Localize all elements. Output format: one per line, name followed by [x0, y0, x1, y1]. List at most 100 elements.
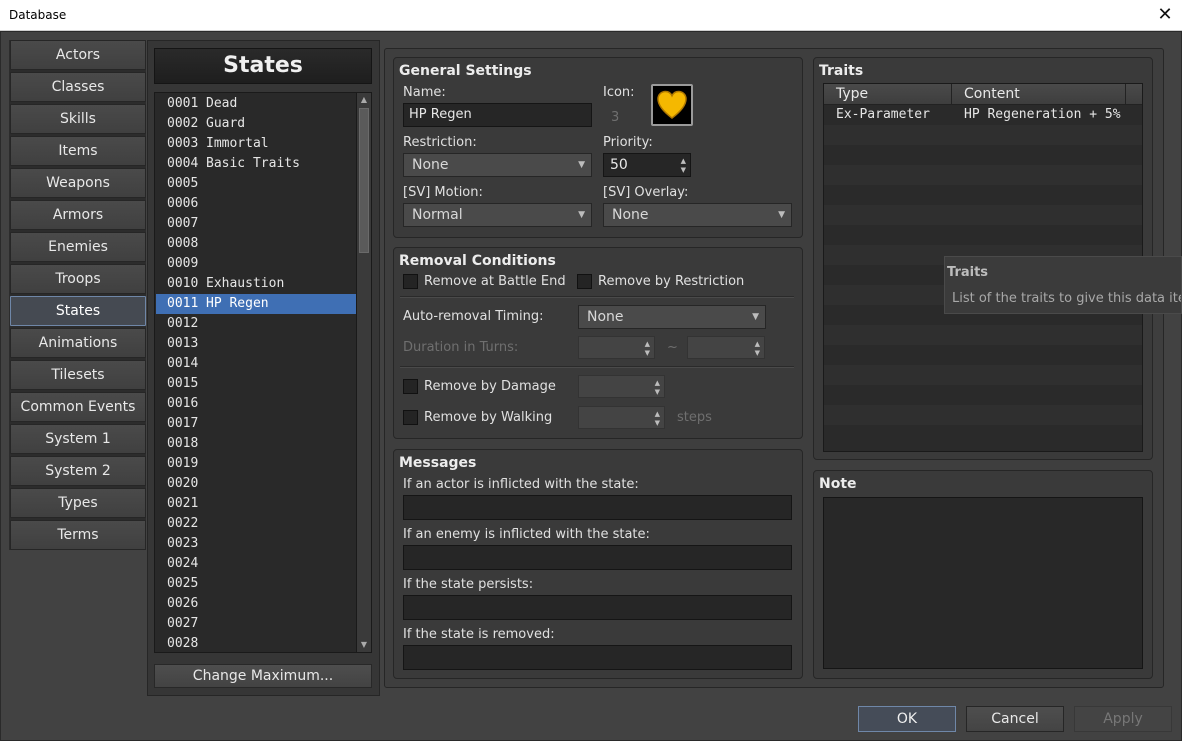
list-item[interactable]: 0020	[156, 474, 357, 494]
walking-spinner[interactable]: ▲ ▼	[578, 406, 665, 429]
category-button-enemies[interactable]: Enemies	[10, 232, 146, 262]
trait-row[interactable]	[824, 365, 1142, 385]
category-button-classes[interactable]: Classes	[10, 72, 146, 102]
list-item[interactable]: 0006	[156, 194, 357, 214]
list-item[interactable]: 0010 Exhaustion	[156, 274, 357, 294]
close-icon[interactable]: ✕	[1150, 2, 1180, 28]
item-id: 0015	[167, 376, 199, 391]
list-item[interactable]: 0001 Dead	[156, 94, 357, 114]
spin-down-icon[interactable]: ▼	[645, 349, 650, 357]
note-textarea[interactable]	[823, 497, 1143, 669]
walking-checkbox[interactable]	[403, 410, 418, 425]
duration-max-spinner[interactable]: ▲ ▼	[687, 336, 765, 359]
restriction-checkbox[interactable]	[577, 274, 592, 289]
trait-row[interactable]	[824, 145, 1142, 165]
battle-end-checkbox[interactable]	[403, 274, 418, 289]
spin-down-icon[interactable]: ▼	[755, 349, 760, 357]
column-header-type[interactable]: Type	[824, 84, 952, 105]
scrollbar-thumb[interactable]	[359, 108, 369, 253]
enemy-message-field[interactable]	[403, 545, 792, 570]
motion-select[interactable]: Normal ▼	[403, 203, 592, 227]
list-item[interactable]: 0028	[156, 634, 357, 652]
trait-row[interactable]	[824, 185, 1142, 205]
category-button-system-1[interactable]: System 1	[10, 424, 146, 454]
trait-row[interactable]	[824, 205, 1142, 225]
list-item[interactable]: 0004 Basic Traits	[156, 154, 357, 174]
trait-row[interactable]	[824, 405, 1142, 425]
trait-row[interactable]	[824, 425, 1142, 445]
scroll-down-icon[interactable]: ▼	[358, 639, 370, 651]
list-item[interactable]: 0011 HP Regen	[156, 294, 357, 314]
trait-row[interactable]	[824, 345, 1142, 365]
restriction-select[interactable]: None ▼	[403, 153, 592, 177]
category-button-system-2[interactable]: System 2	[10, 456, 146, 486]
category-button-actors[interactable]: Actors	[10, 40, 146, 70]
trait-row[interactable]	[824, 125, 1142, 145]
list-item[interactable]: 0024	[156, 554, 357, 574]
chevron-down-icon: ▼	[778, 210, 785, 220]
spin-up-icon[interactable]: ▲	[755, 340, 760, 348]
spin-down-icon[interactable]: ▼	[681, 166, 686, 174]
category-button-items[interactable]: Items	[10, 136, 146, 166]
spin-down-icon[interactable]: ▼	[655, 419, 660, 427]
list-item[interactable]: 0016	[156, 394, 357, 414]
category-button-troops[interactable]: Troops	[10, 264, 146, 294]
list-item[interactable]: 0018	[156, 434, 357, 454]
spin-up-icon[interactable]: ▲	[655, 379, 660, 387]
category-button-types[interactable]: Types	[10, 488, 146, 518]
list-item[interactable]: 0014	[156, 354, 357, 374]
list-item[interactable]: 0012	[156, 314, 357, 334]
persist-message-field[interactable]	[403, 595, 792, 620]
list-item[interactable]: 0019	[156, 454, 357, 474]
category-button-tilesets[interactable]: Tilesets	[10, 360, 146, 390]
removed-message-field[interactable]	[403, 645, 792, 670]
spin-up-icon[interactable]: ▲	[645, 340, 650, 348]
duration-min-spinner[interactable]: ▲ ▼	[578, 336, 655, 359]
damage-spinner[interactable]: ▲ ▼	[578, 375, 665, 398]
apply-button[interactable]: Apply	[1074, 706, 1172, 732]
category-button-states[interactable]: States	[10, 296, 146, 326]
list-item[interactable]: 0002 Guard	[156, 114, 357, 134]
list-item[interactable]: 0015	[156, 374, 357, 394]
trait-row[interactable]	[824, 165, 1142, 185]
priority-spinner[interactable]: 50 ▲ ▼	[603, 153, 691, 177]
list-item[interactable]: 0027	[156, 614, 357, 634]
list-item[interactable]: 0009	[156, 254, 357, 274]
category-button-terms[interactable]: Terms	[10, 520, 146, 550]
list-item[interactable]: 0008	[156, 234, 357, 254]
list-item[interactable]: 0003 Immortal	[156, 134, 357, 154]
overlay-select[interactable]: None ▼	[603, 203, 792, 227]
timing-select[interactable]: None ▼	[578, 305, 766, 329]
list-item[interactable]: 0005	[156, 174, 357, 194]
name-field[interactable]: HP Regen	[403, 103, 592, 127]
damage-checkbox[interactable]	[403, 379, 418, 394]
change-maximum-button[interactable]: Change Maximum...	[154, 664, 372, 688]
category-button-weapons[interactable]: Weapons	[10, 168, 146, 198]
list-item[interactable]: 0025	[156, 574, 357, 594]
category-button-animations[interactable]: Animations	[10, 328, 146, 358]
state-list[interactable]: 0001 Dead 0002 Guard 0003 Immortal 0004 Basic T…	[154, 92, 372, 653]
list-item[interactable]: 0017	[156, 414, 357, 434]
category-button-skills[interactable]: Skills	[10, 104, 146, 134]
trait-row[interactable]	[824, 385, 1142, 405]
actor-message-field[interactable]	[403, 495, 792, 520]
trait-row[interactable]: Ex-Parameter HP Regeneration + 5%	[824, 105, 1142, 125]
cancel-button[interactable]: Cancel	[966, 706, 1064, 732]
spin-up-icon[interactable]: ▲	[681, 157, 686, 165]
icon-picker[interactable]	[651, 84, 693, 126]
list-item[interactable]: 0026	[156, 594, 357, 614]
list-item[interactable]: 0021	[156, 494, 357, 514]
trait-row[interactable]	[824, 325, 1142, 345]
list-item[interactable]: 0007	[156, 214, 357, 234]
category-button-common-events[interactable]: Common Events	[10, 392, 146, 422]
list-item[interactable]: 0023	[156, 534, 357, 554]
spin-up-icon[interactable]: ▲	[655, 410, 660, 418]
list-item[interactable]: 0022	[156, 514, 357, 534]
category-button-armors[interactable]: Armors	[10, 200, 146, 230]
scroll-up-icon[interactable]: ▲	[358, 94, 370, 106]
ok-button[interactable]: OK	[858, 706, 956, 732]
spin-down-icon[interactable]: ▼	[655, 388, 660, 396]
column-header-content[interactable]: Content	[952, 84, 1126, 105]
list-item[interactable]: 0013	[156, 334, 357, 354]
trait-row[interactable]	[824, 225, 1142, 245]
